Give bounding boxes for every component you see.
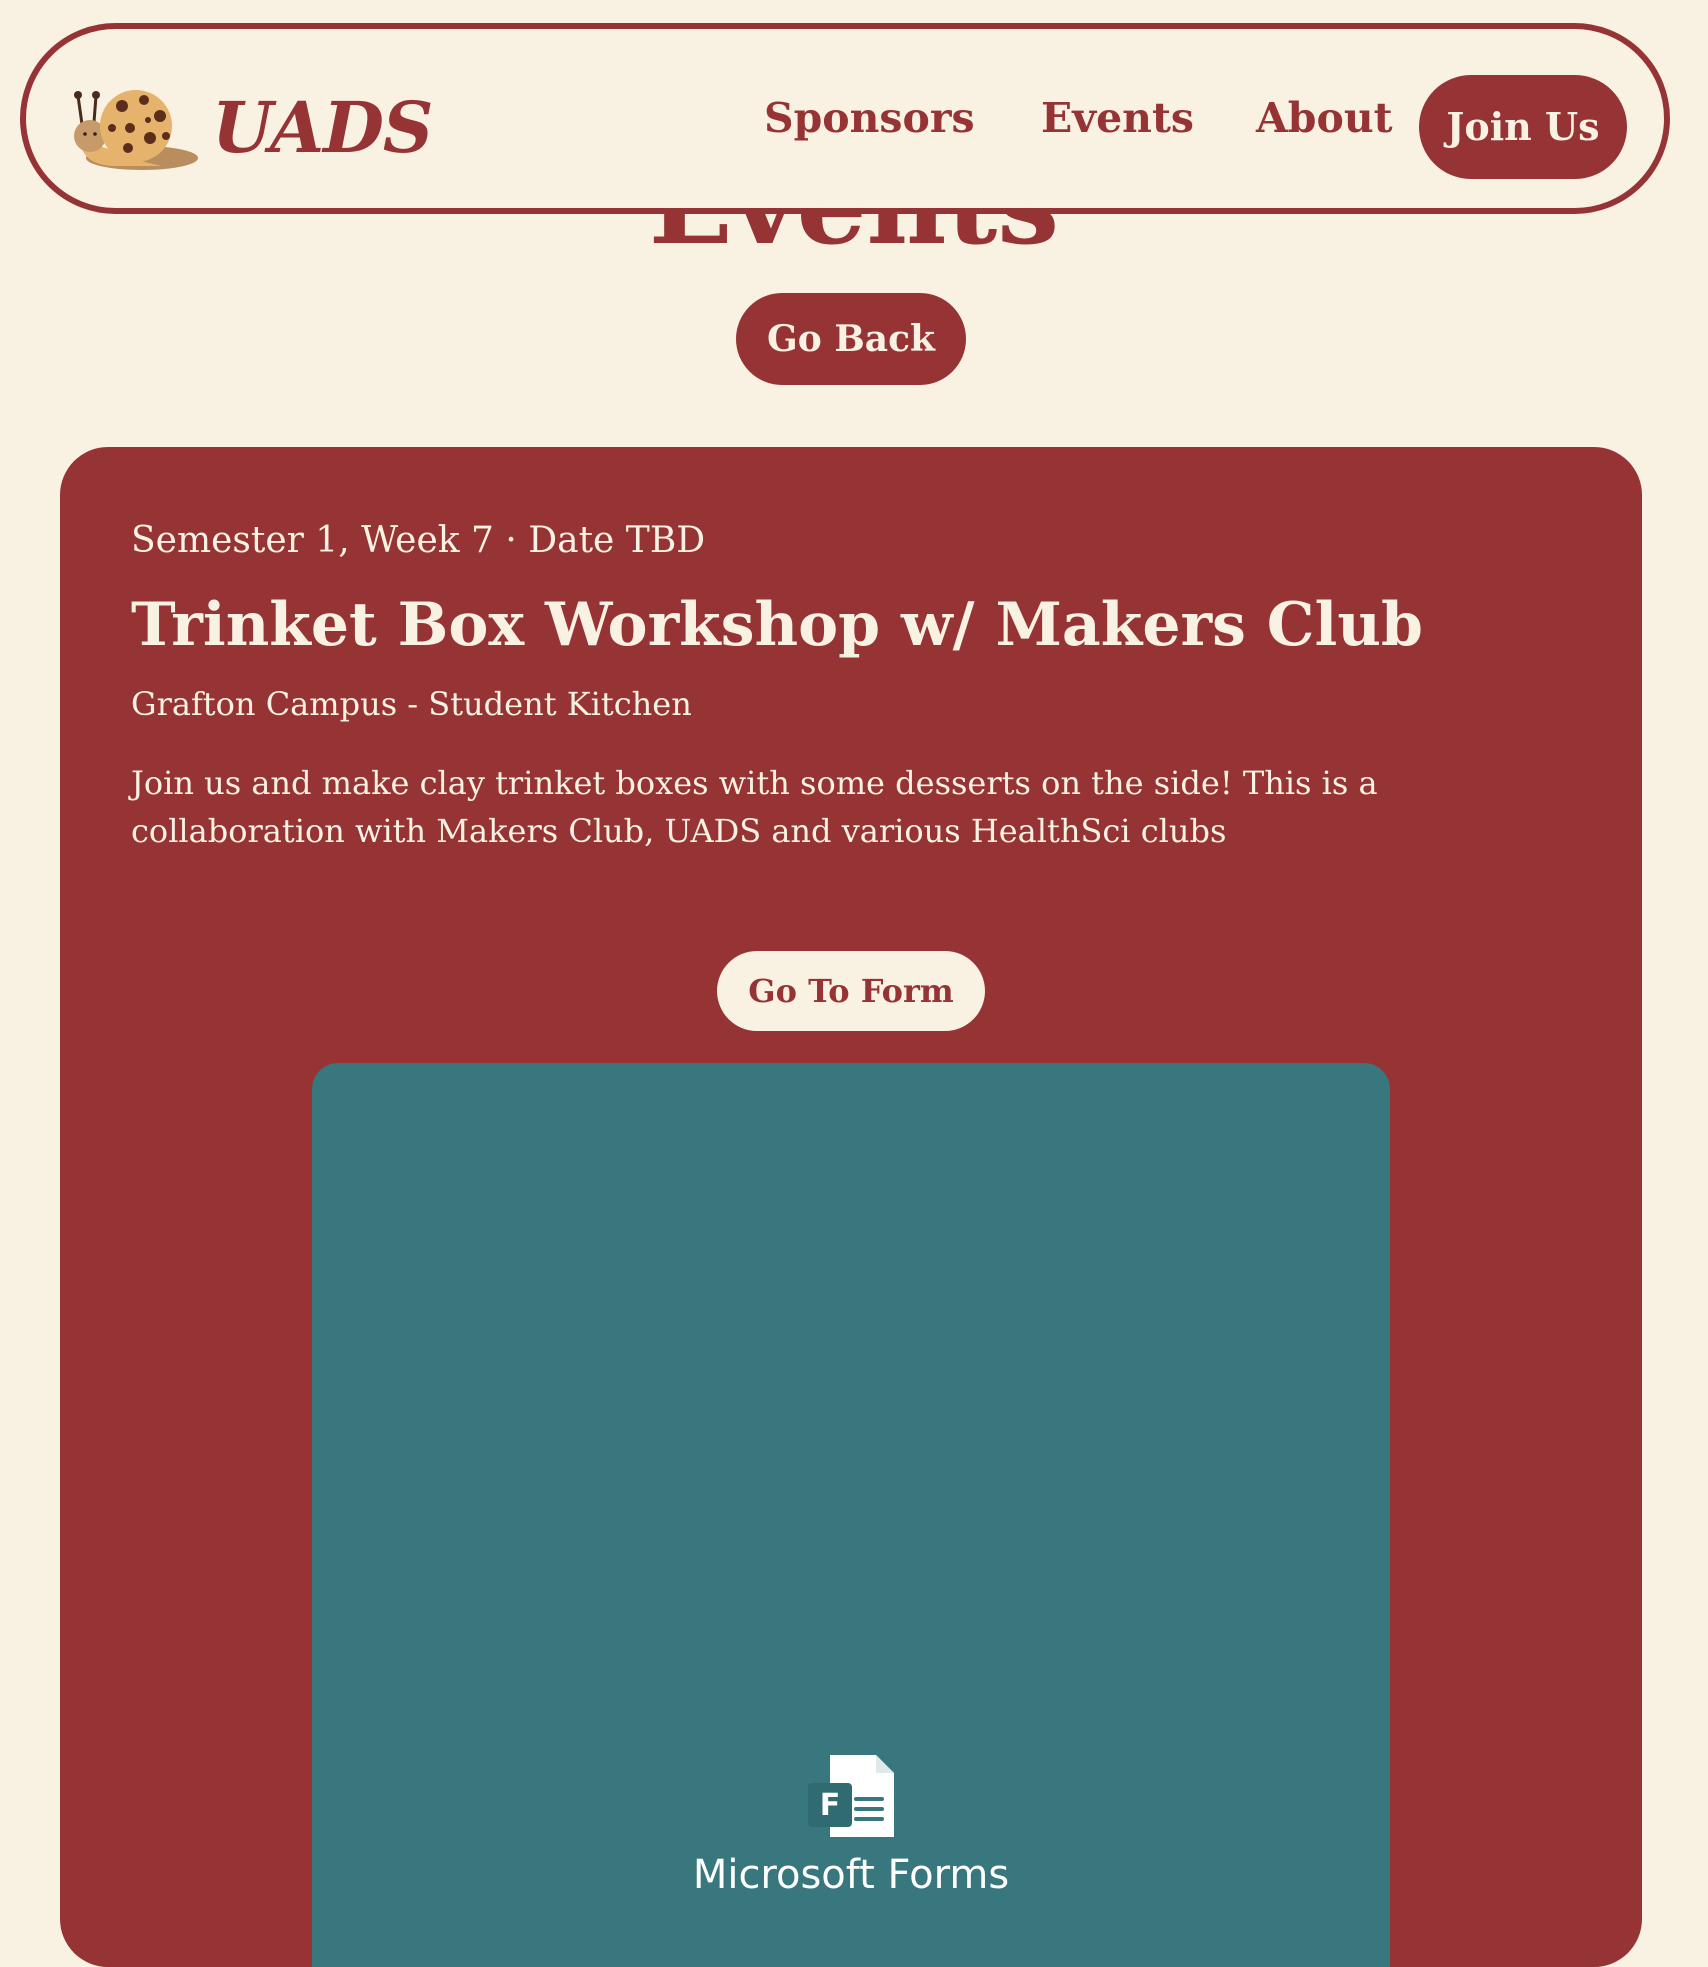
event-title: Trinket Box Workshop w/ Makers Club <box>131 590 1423 660</box>
svg-text:F: F <box>820 1788 841 1823</box>
snail-cookie-icon <box>74 90 198 170</box>
event-card: Semester 1, Week 7 · Date TBD Trinket Bo… <box>60 447 1642 1967</box>
go-to-form-button[interactable]: Go To Form <box>717 951 985 1031</box>
microsoft-forms-embed[interactable]: F Microsoft Forms <box>312 1063 1390 1967</box>
nav-events-link[interactable]: Events <box>1041 29 1194 208</box>
event-description: Join us and make clay trinket boxes with… <box>131 764 1378 850</box>
microsoft-forms-icon: F <box>808 1755 894 1837</box>
join-us-button[interactable]: Join Us <box>1419 75 1627 179</box>
navbar: UADS Sponsors Events About Join Us <box>20 23 1670 214</box>
home-logo-link[interactable]: UADS <box>72 84 433 172</box>
microsoft-forms-label: Microsoft Forms <box>692 1852 1010 1898</box>
go-back-button[interactable]: Go Back <box>736 293 966 385</box>
nav-about-link[interactable]: About <box>1256 29 1393 208</box>
brand-name: UADS <box>212 86 433 169</box>
nav-sponsors-link[interactable]: Sponsors <box>764 29 975 208</box>
event-location: Grafton Campus - Student Kitchen <box>131 685 692 723</box>
event-date: Semester 1, Week 7 · Date TBD <box>131 520 706 561</box>
